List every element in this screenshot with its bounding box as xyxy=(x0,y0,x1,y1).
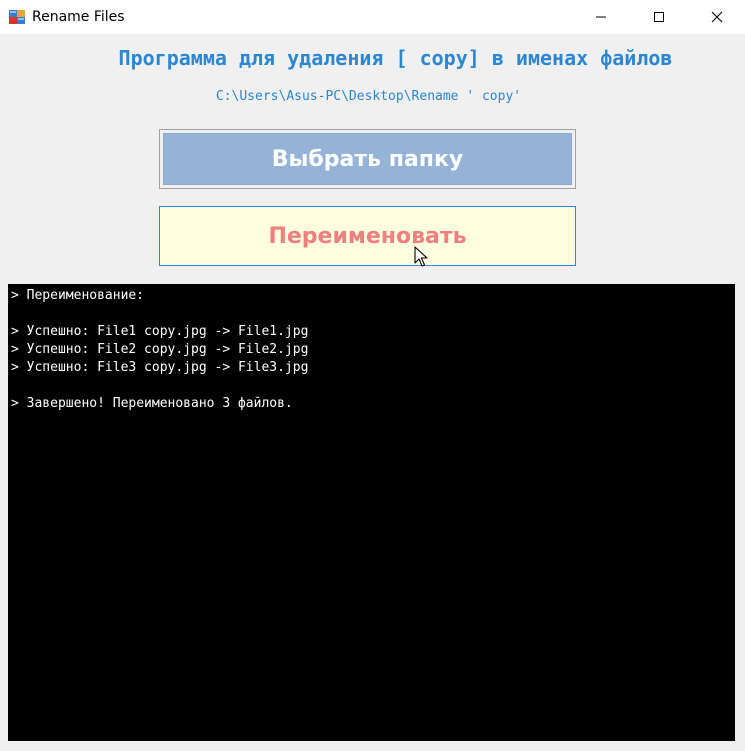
maximize-icon xyxy=(653,8,665,27)
close-icon xyxy=(711,8,723,27)
output-console[interactable]: > Переименование: > Успешно: File1 copy.… xyxy=(8,284,735,741)
close-button[interactable] xyxy=(688,0,745,34)
folder-path-label: C:\Users\Asus-PC\Desktop\Rename ' copy' xyxy=(215,89,522,104)
window-title: Rename Files xyxy=(32,9,125,25)
rename-button[interactable]: Переименовать xyxy=(159,206,576,266)
page-title: Программа для удаления [ copy] в именах … xyxy=(118,46,673,70)
minimize-button[interactable] xyxy=(572,0,630,34)
console-line: > Успешно: File1 copy.jpg -> File1.jpg xyxy=(11,324,309,339)
app-icon xyxy=(9,9,25,25)
select-folder-button-label: Выбрать папку xyxy=(163,133,572,185)
maximize-button[interactable] xyxy=(630,0,688,34)
console-line: > Завершено! Переименовано 3 файлов. xyxy=(11,396,293,411)
minimize-icon xyxy=(595,8,607,27)
select-folder-button[interactable]: Выбрать папку xyxy=(159,129,576,189)
console-line: > Успешно: File3 copy.jpg -> File3.jpg xyxy=(11,360,309,375)
console-line: > Переименование: xyxy=(11,288,145,303)
title-bar[interactable]: Rename Files xyxy=(0,0,745,34)
app-window: Rename Files Программа для удаления [ co… xyxy=(0,0,745,751)
console-line: > Успешно: File2 copy.jpg -> File2.jpg xyxy=(11,342,309,357)
